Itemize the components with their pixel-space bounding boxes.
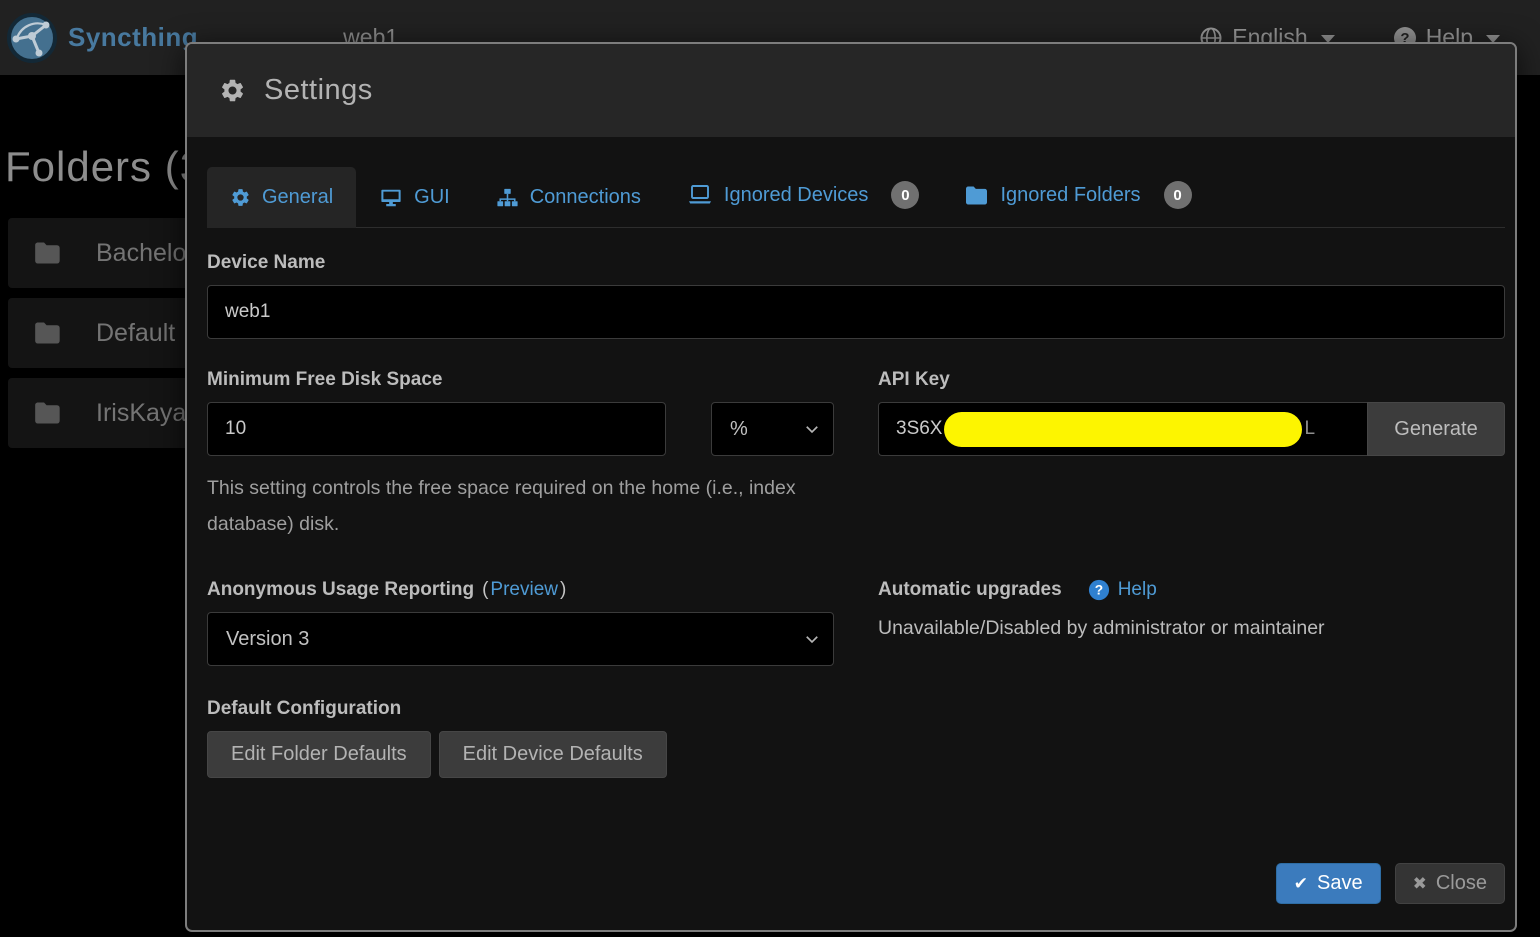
syncthing-logo-icon [6,12,58,64]
folders-heading: Folders (3 [5,143,204,191]
settings-modal-footer: ✔ Save ✖ Close [187,863,1515,930]
auto-upgrades-label: Automatic upgrades ? Help [878,579,1505,601]
folder-name: Default [96,319,175,348]
monitor-icon [379,187,403,209]
folder-icon [965,185,989,206]
api-key-input[interactable]: 3S6X L [878,402,1367,456]
usage-reporting-label-text: Anonymous Usage Reporting [207,579,474,601]
min-free-disk-help: This setting controls the free space req… [207,471,827,542]
api-key-visible-text: 3S6X [896,418,942,440]
tab-ignored-devices[interactable]: Ignored Devices 0 [664,162,943,228]
folder-icon [34,401,62,425]
device-name-input[interactable] [207,285,1505,339]
folder-icon [34,321,62,345]
gear-icon [230,187,251,208]
close-button-label: Close [1436,872,1487,895]
settings-modal-header: Settings [187,44,1515,137]
folder-name: Bachelo [96,239,186,268]
question-circle-icon: ? [1088,579,1110,601]
x-icon: ✖ [1413,874,1427,894]
close-button[interactable]: ✖ Close [1395,863,1505,904]
auto-upgrades-status: Unavailable/Disabled by administrator or… [878,617,1505,640]
sitemap-icon [496,187,519,209]
tab-connections[interactable]: Connections [473,167,664,228]
auto-upgrades-label-text: Automatic upgrades [878,579,1062,601]
disk-unit-select[interactable]: % [711,402,834,456]
tab-general[interactable]: General [207,167,356,228]
save-button-label: Save [1317,872,1363,895]
brand-title: Syncthing [68,22,198,53]
ignored-folders-count-badge: 0 [1164,181,1192,209]
preview-link[interactable]: Preview [490,579,558,601]
gear-icon [219,77,246,104]
api-key-redaction-highlight [944,412,1302,447]
preview-paren-open: ( [482,579,488,601]
ignored-devices-count-badge: 0 [891,181,919,209]
settings-modal: Settings General GUI Connections [185,42,1517,932]
usage-reporting-label: Anonymous Usage Reporting (Preview) [207,579,834,601]
svg-text:?: ? [1095,583,1103,598]
preview-paren-close: ) [560,579,566,601]
default-configuration-label: Default Configuration [207,698,834,720]
save-button[interactable]: ✔ Save [1276,863,1381,904]
usage-reporting-select[interactable]: Version 3 [207,612,834,666]
folder-icon [34,241,62,265]
laptop-icon [687,184,713,206]
tab-label: Ignored Folders [1000,184,1140,207]
help-link-text[interactable]: Help [1118,579,1157,601]
tab-label: GUI [414,186,450,209]
min-free-disk-input[interactable] [207,402,666,456]
folder-name: IrisKaya [96,399,186,428]
tab-label: Connections [530,186,641,209]
tab-label: General [262,186,333,209]
edit-device-defaults-button[interactable]: Edit Device Defaults [439,731,667,778]
edit-folder-defaults-button[interactable]: Edit Folder Defaults [207,731,431,778]
tab-gui[interactable]: GUI [356,167,473,228]
auto-upgrades-help-link[interactable]: ? Help [1088,579,1157,601]
min-free-disk-label: Minimum Free Disk Space [207,369,834,391]
tab-label: Ignored Devices [724,184,869,207]
check-icon: ✔ [1294,874,1308,894]
tab-ignored-folders[interactable]: Ignored Folders 0 [942,162,1214,228]
settings-modal-title: Settings [264,74,373,107]
api-key-label: API Key [878,369,1505,391]
device-name-label: Device Name [207,252,1505,274]
generate-api-key-button[interactable]: Generate [1367,402,1505,456]
syncthing-brand[interactable]: Syncthing [0,12,198,64]
settings-tabs: General GUI Connections Ignored Devices [207,162,1505,228]
api-key-suffix-text: L [1304,418,1315,440]
